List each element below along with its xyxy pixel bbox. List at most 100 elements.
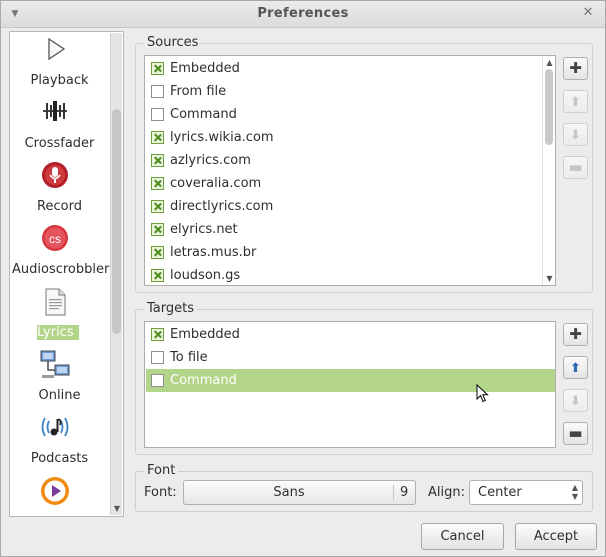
move-up-icon: ⬆ [570, 361, 581, 376]
audioscrobbler-icon: cs [42, 225, 68, 251]
checkbox[interactable] [151, 154, 164, 167]
sidebar-item-label: Record [37, 199, 82, 214]
checkbox[interactable] [151, 131, 164, 144]
list-item-label: Command [170, 107, 237, 122]
checkbox[interactable] [151, 108, 164, 121]
sidebar-item-label: Online [38, 388, 81, 403]
list-item[interactable]: azlyrics.com [146, 149, 541, 172]
font-label: Font: [144, 485, 177, 500]
mouse-cursor-icon [476, 384, 489, 403]
window-title: Preferences [257, 6, 349, 21]
list-item[interactable]: letras.mus.br [146, 241, 541, 264]
sidebar-item-crossfader[interactable]: Crossfader [10, 97, 109, 160]
sources-remove-button[interactable]: ▬ [563, 156, 588, 179]
list-item-label: To file [170, 350, 208, 365]
list-item[interactable]: elyrics.net [146, 218, 541, 241]
checkbox[interactable] [151, 200, 164, 213]
list-item-label: coveralia.com [170, 176, 262, 191]
preferences-window: ▼ Preferences ✕ Playback Crossfader Reco… [0, 0, 606, 557]
sidebar-item-label: Audioscrobbler [12, 262, 110, 277]
list-item-label: elyrics.net [170, 222, 238, 237]
checkbox[interactable] [151, 246, 164, 259]
targets-move-down-button[interactable]: ⬇ [563, 389, 588, 412]
remove-icon: ▬ [568, 158, 583, 176]
list-item-label: azlyrics.com [170, 153, 251, 168]
sidebar-item-label: Crossfader [24, 136, 95, 151]
svg-text:cs: cs [49, 232, 61, 246]
checkbox[interactable] [151, 85, 164, 98]
list-item-label: From file [170, 84, 227, 99]
list-item-label: loudson.gs [170, 268, 241, 283]
sidebar-item-online[interactable]: Online [10, 349, 109, 412]
list-item[interactable]: lyrics.wikia.com [146, 126, 541, 149]
sources-add-button[interactable]: ✚ [563, 57, 588, 80]
list-item[interactable]: loudson.gs [146, 264, 541, 285]
align-value: Center [478, 485, 522, 500]
podcast-icon [41, 417, 69, 437]
sources-title: Sources [144, 35, 202, 50]
list-item[interactable]: Command [146, 103, 541, 126]
accept-button[interactable]: Accept [515, 523, 597, 550]
align-select[interactable]: Center ▲ ▼ [469, 480, 583, 505]
close-icon[interactable]: ✕ [581, 6, 595, 20]
targets-list[interactable]: Embedded To file Command [144, 321, 556, 448]
checkbox[interactable] [151, 351, 164, 364]
move-down-icon: ⬇ [570, 128, 581, 143]
sources-move-down-button[interactable]: ⬇ [563, 123, 588, 146]
sidebar-item-audioscrobbler[interactable]: cs Audioscrobbler [10, 223, 109, 286]
network-icon [40, 350, 70, 378]
list-item[interactable]: Embedded [146, 57, 541, 80]
scroll-down-icon[interactable]: ▼ [543, 274, 555, 283]
record-icon [42, 162, 68, 188]
sidebar-item-record[interactable]: Record [10, 160, 109, 223]
move-up-icon: ⬆ [570, 95, 581, 110]
sidebar-item-media[interactable] [10, 475, 109, 516]
checkbox[interactable] [151, 328, 164, 341]
checkbox[interactable] [151, 269, 164, 282]
sidebar: Playback Crossfader Record cs Audioscrob… [9, 31, 124, 517]
scroll-up-icon[interactable]: ▲ [543, 58, 555, 67]
play-icon [48, 37, 66, 61]
font-name: Sans [273, 485, 305, 500]
list-item[interactable]: From file [146, 80, 541, 103]
checkbox[interactable] [151, 62, 164, 75]
spin-arrows-icon: ▲ ▼ [571, 483, 578, 501]
media-play-icon [41, 477, 69, 505]
font-picker-button[interactable]: Sans 9 [183, 480, 416, 505]
sidebar-item-label: Lyrics [37, 325, 79, 340]
list-item[interactable]: coveralia.com [146, 172, 541, 195]
targets-add-button[interactable]: ✚ [563, 323, 588, 346]
list-item-selected[interactable]: Command [146, 369, 555, 392]
list-item-label: Embedded [170, 327, 240, 342]
sidebar-item-playback[interactable]: Playback [10, 34, 109, 97]
sidebar-scrollbar[interactable]: ▼ [110, 33, 122, 515]
list-item-label: letras.mus.br [170, 245, 257, 260]
sidebar-item-label: Playback [30, 73, 89, 88]
targets-move-up-button[interactable]: ⬆ [563, 356, 588, 379]
separator [393, 485, 394, 500]
scrollbar-thumb[interactable] [112, 109, 121, 334]
scroll-down-icon[interactable]: ▼ [111, 504, 123, 513]
list-item[interactable]: Embedded [146, 323, 555, 346]
sources-list[interactable]: Embedded From file Command lyrics.wikia.… [144, 55, 556, 286]
checkbox[interactable] [151, 374, 164, 387]
font-title: Font [144, 463, 179, 478]
move-down-icon: ⬇ [570, 394, 581, 409]
checkbox[interactable] [151, 177, 164, 190]
list-item[interactable]: directlyrics.com [146, 195, 541, 218]
add-icon: ✚ [569, 325, 582, 343]
checkbox[interactable] [151, 223, 164, 236]
sidebar-item-lyrics[interactable]: Lyrics [10, 286, 109, 349]
list-item-label: Embedded [170, 61, 240, 76]
sources-scrollbar[interactable]: ▲ ▼ [542, 56, 555, 285]
targets-remove-button[interactable]: ▬ [563, 422, 588, 445]
targets-title: Targets [144, 301, 197, 316]
font-size: 9 [400, 485, 409, 500]
list-item[interactable]: To file [146, 346, 555, 369]
sources-move-up-button[interactable]: ⬆ [563, 90, 588, 113]
scrollbar-thumb[interactable] [545, 69, 553, 145]
cancel-button[interactable]: Cancel [421, 523, 504, 550]
list-item-label: Command [170, 373, 237, 388]
sidebar-item-podcasts[interactable]: Podcasts [10, 412, 109, 475]
remove-icon: ▬ [568, 424, 583, 442]
